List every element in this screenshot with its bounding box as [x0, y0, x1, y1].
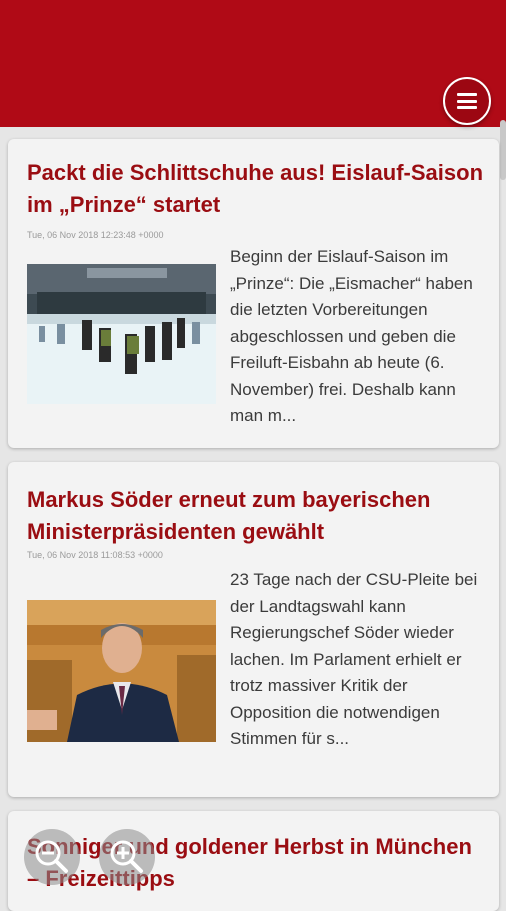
- article-card[interactable]: Packt die Schlittschuhe aus! Eislauf-Sai…: [8, 139, 499, 448]
- article-card[interactable]: Sonniger und goldener Herbst in München …: [8, 811, 499, 911]
- hamburger-menu-icon: [457, 93, 477, 109]
- zoom-in-button[interactable]: [99, 829, 155, 885]
- article-title[interactable]: Sonniger und goldener Herbst in München …: [27, 831, 487, 895]
- article-date: Tue, 06 Nov 2018 11:08:53 +0000: [27, 550, 163, 560]
- article-excerpt: 23 Tage nach der CSU-Pleite bei der Land…: [230, 570, 478, 748]
- article-title[interactable]: Packt die Schlittschuhe aus! Eislauf-Sai…: [27, 157, 487, 221]
- scrollbar[interactable]: [500, 120, 506, 180]
- article-thumbnail[interactable]: [27, 264, 216, 404]
- article-title[interactable]: Markus Söder erneut zum bayerischen Mini…: [27, 484, 487, 548]
- article-excerpt: Beginn der Eislauf-Saison im „Prinze“: D…: [230, 247, 473, 425]
- zoom-out-button[interactable]: [24, 829, 80, 885]
- ice-rink-photo: [27, 264, 216, 404]
- politician-photo: [27, 600, 216, 742]
- article-thumbnail[interactable]: [27, 600, 216, 742]
- article-date: Tue, 06 Nov 2018 12:23:48 +0000: [27, 230, 164, 240]
- menu-button[interactable]: [443, 77, 491, 125]
- app-header: [0, 0, 506, 127]
- article-card[interactable]: Markus Söder erneut zum bayerischen Mini…: [8, 462, 499, 797]
- zoom-in-icon: [110, 840, 143, 873]
- zoom-out-icon: [35, 840, 68, 873]
